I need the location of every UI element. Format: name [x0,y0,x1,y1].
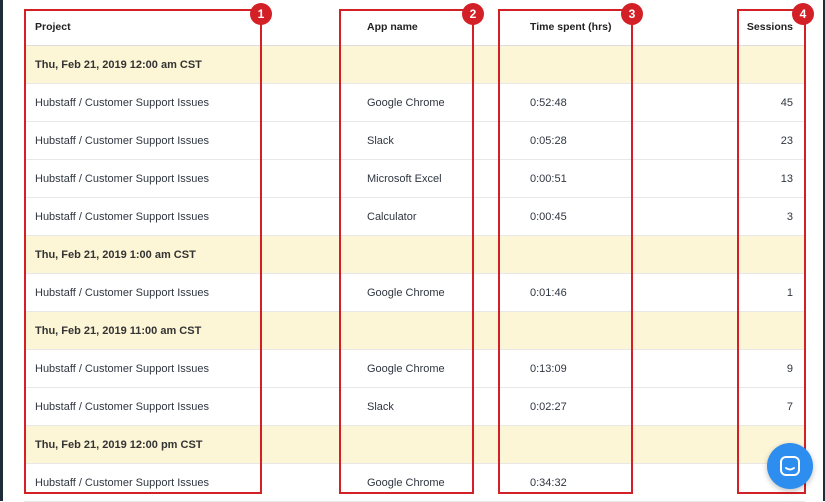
sessions-cell: 23 [780,134,793,147]
time-spent-cell: 0:01:46 [530,286,567,299]
header-app-name[interactable]: App name [367,8,418,45]
sessions-cell: 1 [786,286,793,299]
group-date-label: Thu, Feb 21, 2019 12:00 pm CST [35,438,203,451]
time-spent-cell: 0:34:32 [530,476,567,489]
project-cell: Hubstaff / Customer Support Issues [35,400,210,413]
app-name-cell: Microsoft Excel [367,172,442,185]
table-row: Hubstaff / Customer Support Issues Google… [24,350,805,388]
table-row: Hubstaff / Customer Support Issues Micros… [24,160,805,198]
sessions-cell: 3 [786,210,793,223]
project-cell: Hubstaff / Customer Support Issues [35,362,210,375]
app-name-cell: Google Chrome [367,286,445,299]
time-spent-cell: 0:00:51 [530,172,567,185]
table-body: Thu, Feb 21, 2019 12:00 am CST Hubstaff /… [24,46,805,502]
header-time-spent[interactable]: Time spent (hrs) [530,8,612,45]
table-header-row: Project App name Time spent (hrs) Sessio… [24,8,805,46]
left-edge [0,0,3,501]
table-row: Hubstaff / Customer Support Issues Google… [24,84,805,122]
app-name-cell: Google Chrome [367,96,445,109]
header-sessions[interactable]: Sessions [747,8,793,45]
project-cell: Hubstaff / Customer Support Issues [35,476,210,489]
group-date-label: Thu, Feb 21, 2019 11:00 am CST [35,324,202,337]
table-row: Hubstaff / Customer Support Issues Calcul… [24,198,805,236]
annotation-badge-4: 4 [792,3,814,25]
annotation-badge-3: 3 [621,3,643,25]
sessions-cell: 45 [780,96,793,109]
group-date-label: Thu, Feb 21, 2019 12:00 am CST [35,58,202,71]
app-name-cell: Slack [367,134,394,147]
activity-table: Project App name Time spent (hrs) Sessio… [24,8,805,502]
app-name-cell: Google Chrome [367,362,445,375]
app-name-cell: Google Chrome [367,476,445,489]
group-header-row: Thu, Feb 21, 2019 12:00 am CST [24,46,805,84]
time-spent-cell: 0:13:09 [530,362,567,375]
chat-bubble-icon [780,456,800,476]
project-cell: Hubstaff / Customer Support Issues [35,96,210,109]
group-date-label: Thu, Feb 21, 2019 1:00 am CST [35,248,196,261]
chat-launcher-button[interactable] [767,443,813,489]
annotation-badge-1: 1 [250,3,272,25]
group-header-row: Thu, Feb 21, 2019 1:00 am CST [24,236,805,274]
table-row: Hubstaff / Customer Support Issues Slack 0… [24,122,805,160]
project-cell: Hubstaff / Customer Support Issues [35,210,210,223]
time-spent-cell: 0:00:45 [530,210,567,223]
annotation-badge-2: 2 [462,3,484,25]
time-spent-cell: 0:05:28 [530,134,567,147]
project-cell: Hubstaff / Customer Support Issues [35,172,210,185]
project-cell: Hubstaff / Customer Support Issues [35,286,210,299]
time-spent-cell: 0:52:48 [530,96,567,109]
sessions-cell: 7 [786,400,793,413]
time-spent-cell: 0:02:27 [530,400,567,413]
table-row: Hubstaff / Customer Support Issues Google… [24,464,805,502]
app-name-cell: Slack [367,400,394,413]
group-header-row: Thu, Feb 21, 2019 11:00 am CST [24,312,805,350]
group-header-row: Thu, Feb 21, 2019 12:00 pm CST [24,426,805,464]
table-row: Hubstaff / Customer Support Issues Google… [24,274,805,312]
project-cell: Hubstaff / Customer Support Issues [35,134,210,147]
header-project[interactable]: Project [35,8,71,45]
app-name-cell: Calculator [367,210,417,223]
sessions-cell: 13 [780,172,793,185]
sessions-cell: 9 [786,362,793,375]
table-row: Hubstaff / Customer Support Issues Slack 0… [24,388,805,426]
